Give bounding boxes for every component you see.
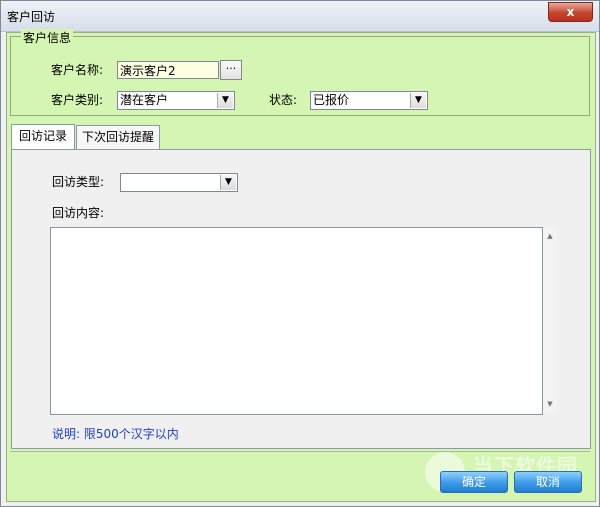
customer-category-select[interactable]: 潜在客户 ▼ (117, 91, 235, 110)
customer-visit-dialog: 客户回访 x 客户信息 客户名称: 演示客户2 ··· 客户类别: 潜在客户 ▼… (0, 0, 600, 507)
close-button[interactable]: x (548, 2, 593, 22)
dialog-content: 客户信息 客户名称: 演示客户2 ··· 客户类别: 潜在客户 ▼ 状态: 已报… (6, 29, 596, 502)
chevron-down-icon[interactable]: ▼ (217, 93, 233, 108)
chevron-down-icon[interactable]: ▼ (220, 175, 236, 190)
customer-category-label: 客户类别: (51, 93, 104, 107)
status-select[interactable]: 已报价 ▼ (310, 91, 428, 110)
customer-name-field[interactable]: 演示客户2 (117, 61, 219, 79)
tab-visit-record[interactable]: 回访记录 (11, 124, 75, 150)
close-icon: x (566, 5, 575, 19)
visit-content-scrollbar[interactable]: ▲ ▼ (543, 227, 557, 413)
visit-content-textarea[interactable] (50, 227, 543, 415)
window-title: 客户回访 (7, 10, 56, 24)
title-bar: 客户回访 x (1, 1, 599, 32)
visit-record-panel: 回访类型: ▼ 回访内容: ▲ ▼ 说明: 限500个汉字以内 (11, 149, 591, 449)
tab-next-visit-reminder[interactable]: 下次回访提醒 (76, 125, 160, 149)
cancel-button[interactable]: 取消 (514, 471, 582, 493)
customer-category-value: 潜在客户 (120, 93, 169, 107)
customer-info-legend: 客户信息 (21, 29, 74, 46)
customer-select-button[interactable]: ··· (220, 60, 242, 80)
status-value: 已报价 (313, 93, 350, 107)
length-limit-note: 说明: 限500个汉字以内 (52, 427, 179, 441)
chevron-down-icon[interactable]: ▼ (410, 93, 426, 108)
visit-content-label: 回访内容: (52, 206, 105, 220)
confirm-button[interactable]: 确定 (440, 471, 508, 493)
visit-type-label: 回访类型: (52, 175, 105, 189)
scroll-up-icon[interactable]: ▲ (543, 229, 557, 243)
customer-info-group: 客户信息 客户名称: 演示客户2 ··· 客户类别: 潜在客户 ▼ 状态: 已报… (10, 29, 590, 116)
visit-type-select[interactable]: ▼ (120, 173, 238, 192)
scroll-down-icon[interactable]: ▼ (543, 397, 557, 411)
status-label: 状态: (269, 93, 298, 107)
customer-name-label: 客户名称: (51, 63, 104, 77)
